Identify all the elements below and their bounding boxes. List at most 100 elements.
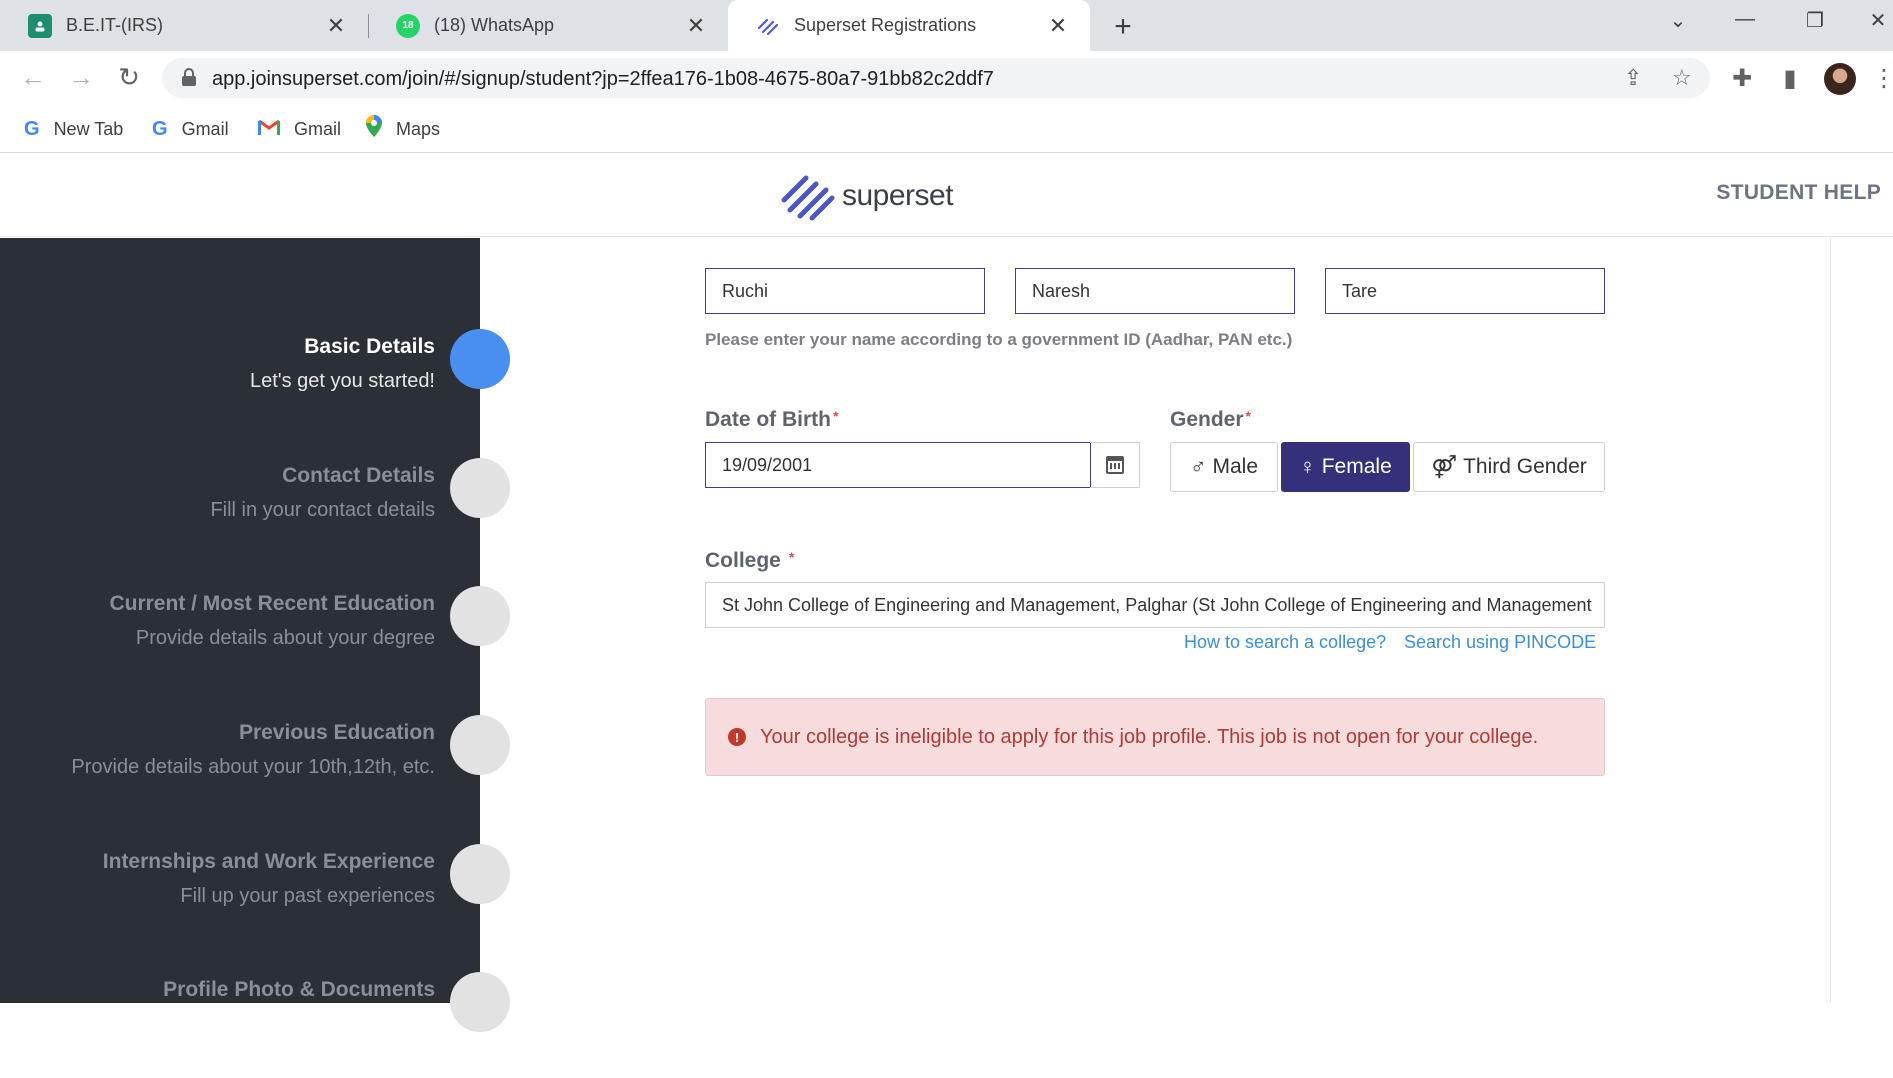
college-label: College *: [705, 549, 794, 573]
gender-female-button[interactable]: ♀ Female: [1281, 442, 1410, 492]
last-name-input[interactable]: Tare: [1325, 268, 1605, 314]
superset-logo[interactable]: superset: [780, 170, 954, 222]
calendar-button[interactable]: [1090, 442, 1140, 488]
new-tab-icon[interactable]: +: [1108, 10, 1138, 44]
whatsapp-icon: 18: [396, 13, 420, 38]
calendar-icon: [1105, 456, 1124, 474]
page-header: superset STUDENT HELP: [0, 154, 1893, 237]
female-symbol-icon: ♀: [1299, 454, 1316, 479]
address-bar[interactable]: app.joinsuperset.com/join/#/signup/stude…: [162, 58, 1710, 98]
close-tab-icon[interactable]: ✕: [684, 13, 708, 39]
menu-kebab-icon[interactable]: ⋮: [1872, 64, 1893, 93]
close-tab-icon[interactable]: ✕: [1046, 13, 1070, 39]
minimize-icon[interactable]: —: [1725, 8, 1765, 31]
college-ineligible-alert: ! Your college is ineligible to apply fo…: [705, 698, 1605, 776]
step-subtitle: Fill in your contact details: [210, 499, 435, 521]
step-contact-details[interactable]: Contact Details Fill in your contact det…: [0, 458, 510, 564]
bookmark-gmail[interactable]: Gmail: [258, 115, 341, 143]
url-text[interactable]: app.joinsuperset.com/join/#/signup/stude…: [212, 68, 994, 91]
logo-text: superset: [842, 179, 954, 212]
step-indicator: [450, 715, 510, 775]
gender-male-button[interactable]: ♂ Male: [1170, 442, 1278, 492]
step-indicator: [450, 586, 510, 646]
dob-input[interactable]: 19/09/2001: [705, 442, 1091, 488]
middle-name-input[interactable]: Naresh: [1015, 268, 1295, 314]
required-mark: *: [788, 549, 795, 565]
bookmark-label: New Tab: [53, 118, 124, 139]
back-icon[interactable]: ←: [18, 62, 48, 93]
college-label-text: College: [705, 549, 781, 572]
bookmark-label: Gmail: [294, 118, 342, 139]
bookmark-gmail-google[interactable]: G Gmail: [152, 115, 229, 143]
step-title: Current / Most Recent Education: [109, 592, 435, 615]
step-subtitle: Fill up your past experiences: [180, 885, 435, 907]
tab-title: (18) WhatsApp: [434, 15, 555, 35]
browser-tab-whatsapp[interactable]: 18 (18) WhatsApp ✕: [368, 0, 728, 51]
signup-steps-sidebar: Basic Details Let's get you started! Con…: [0, 238, 510, 1032]
how-to-search-college-link[interactable]: How to search a college?: [1184, 632, 1386, 653]
close-tab-icon[interactable]: ✕: [324, 13, 348, 39]
required-mark: *: [833, 408, 839, 424]
step-subtitle: Let's get you started!: [249, 370, 435, 392]
step-indicator: [450, 329, 510, 389]
window-close-icon[interactable]: ✕: [1858, 8, 1893, 33]
search-pincode-link[interactable]: Search using PINCODE: [1404, 632, 1596, 653]
step-title: Previous Education: [238, 721, 435, 744]
bookmark-maps[interactable]: Maps: [366, 115, 440, 143]
step-subtitle: Provide details about your 10th,12th, et…: [71, 756, 435, 778]
gender-label-text: Gender: [1170, 408, 1244, 431]
bookmark-star-icon[interactable]: ☆: [1672, 65, 1692, 91]
student-help-link[interactable]: STUDENT HELP: [1716, 181, 1881, 205]
reload-icon[interactable]: ↻: [114, 62, 144, 93]
gmail-icon: [258, 118, 280, 141]
dob-label: Date of Birth *: [705, 408, 838, 432]
bookmark-new-tab[interactable]: G New Tab: [24, 115, 123, 143]
superset-logo-icon: [781, 175, 835, 221]
superset-icon: [756, 14, 780, 38]
error-icon: !: [728, 728, 746, 746]
bookmark-label: Maps: [396, 118, 441, 139]
gender-third-button[interactable]: ⚤ Third Gender: [1413, 442, 1605, 492]
error-message: Your college is ineligible to apply for …: [760, 725, 1539, 748]
restore-icon[interactable]: ❐: [1795, 8, 1835, 33]
name-hint: Please enter your name according to a go…: [705, 330, 1293, 349]
college-select[interactable]: St John College of Engineering and Manag…: [705, 582, 1605, 628]
step-indicator: [450, 844, 510, 904]
google-icon: G: [24, 117, 40, 140]
step-basic-details[interactable]: Basic Details Let's get you started!: [0, 329, 510, 435]
required-mark: *: [1245, 408, 1251, 424]
step-title: Internships and Work Experience: [102, 850, 435, 873]
dob-label-text: Date of Birth: [705, 408, 831, 431]
google-icon: G: [152, 117, 168, 140]
step-indicator: [450, 458, 510, 518]
step-title: Profile Photo & Documents: [163, 978, 435, 1001]
first-name-input[interactable]: Ruchi: [705, 268, 985, 314]
maps-icon: [366, 115, 382, 143]
tab-title: B.E.IT-(IRS): [66, 15, 164, 35]
gender-option-label: Third Gender: [1463, 455, 1587, 478]
browser-tab-classroom[interactable]: B.E.IT-(IRS) ✕: [0, 0, 368, 51]
male-symbol-icon: ♂: [1189, 454, 1207, 479]
browser-tab-strip: B.E.IT-(IRS) ✕ 18 (18) WhatsApp ✕ Supers…: [0, 0, 1893, 51]
step-previous-education[interactable]: Previous Education Provide details about…: [0, 715, 510, 821]
bookmark-label: Gmail: [181, 118, 229, 139]
profile-avatar[interactable]: [1824, 63, 1856, 95]
bookmarks-bar: G New Tab G Gmail Gmail Maps: [0, 105, 1893, 153]
browser-toolbar: ← → ↻ app.joinsuperset.com/join/#/signup…: [0, 51, 1893, 105]
step-title: Contact Details: [282, 464, 435, 487]
tab-search-chevron-icon[interactable]: ⌄: [1658, 8, 1698, 33]
browser-tab-superset[interactable]: Superset Registrations ✕: [728, 0, 1090, 51]
gender-option-label: Male: [1212, 455, 1259, 478]
step-profile-photo[interactable]: Profile Photo & Documents: [0, 972, 510, 1078]
forward-icon[interactable]: →: [66, 62, 96, 93]
extensions-icon[interactable]: ✚: [1727, 64, 1757, 93]
side-panel-icon[interactable]: ▮: [1775, 64, 1805, 93]
share-icon[interactable]: ⇪: [1624, 65, 1642, 91]
lock-icon[interactable]: [182, 68, 196, 86]
step-current-education[interactable]: Current / Most Recent Education Provide …: [0, 586, 510, 692]
step-internships[interactable]: Internships and Work Experience Fill up …: [0, 844, 510, 950]
step-title: Basic Details: [304, 335, 435, 358]
classroom-icon: [28, 13, 52, 38]
page-right-border: [1830, 238, 1893, 1003]
gender-option-label: Female: [1321, 455, 1392, 478]
